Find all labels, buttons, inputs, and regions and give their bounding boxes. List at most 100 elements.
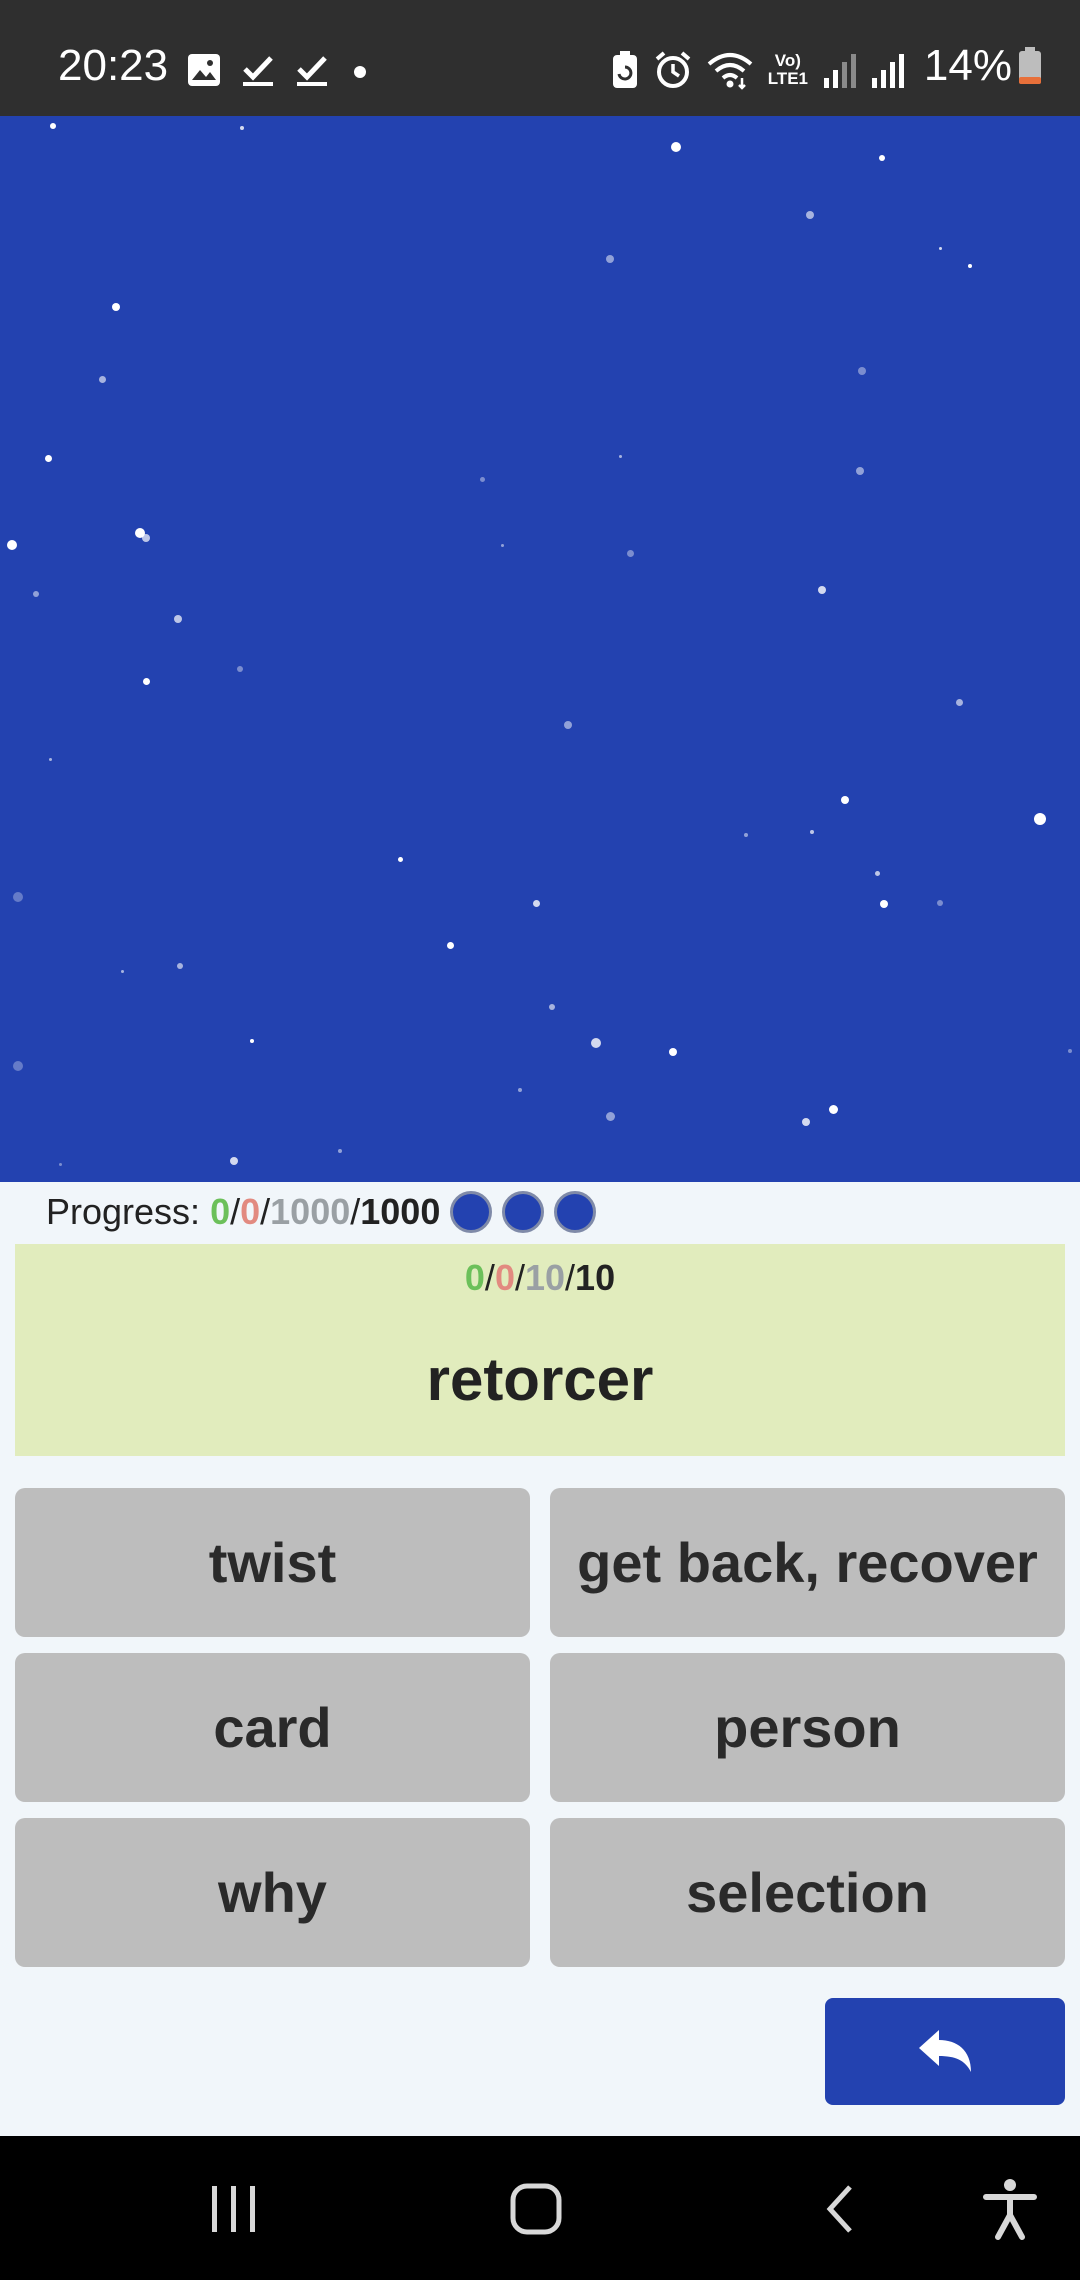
star: [177, 963, 183, 969]
star: [240, 126, 244, 130]
star: [591, 1038, 601, 1048]
star: [564, 721, 572, 729]
accessibility-icon: [983, 2179, 1037, 2240]
volte-icon: Vo) LTE1: [768, 52, 808, 88]
star: [518, 1088, 522, 1092]
star: [744, 833, 748, 837]
back-button[interactable]: [805, 2174, 875, 2244]
star: [858, 367, 866, 375]
home-icon: [510, 2183, 562, 2235]
star: [142, 677, 150, 685]
status-time: 20:23: [58, 41, 169, 90]
signal-icon: [872, 54, 904, 88]
star: [1034, 813, 1046, 825]
separator: /: [514, 1257, 525, 1298]
star: [879, 155, 885, 161]
star: [856, 467, 864, 475]
progress-remaining-count: 1000: [270, 1191, 351, 1232]
answer-button[interactable]: selection: [550, 1818, 1065, 1967]
star: [338, 1149, 342, 1153]
star: [13, 1061, 23, 1071]
star: [48, 757, 52, 761]
battery-icon: [1019, 47, 1041, 84]
star: [938, 246, 942, 250]
star: [13, 892, 23, 902]
star: [828, 1104, 838, 1114]
status-icons-left: [186, 48, 372, 92]
star: [479, 476, 485, 482]
alarm-icon: [655, 51, 690, 88]
card-wrong-count: 0: [494, 1257, 515, 1298]
life-indicator: [554, 1191, 597, 1233]
star: [955, 698, 963, 706]
star: [250, 1039, 254, 1043]
star: [532, 899, 540, 907]
home-button[interactable]: [501, 2174, 571, 2244]
star: [810, 830, 814, 834]
back-icon: [826, 2185, 852, 2233]
star: [500, 543, 504, 547]
gallery-icon: [188, 54, 220, 86]
status-bar: 20:23 Vo) LTE1 14%: [0, 0, 1080, 116]
star: [50, 123, 56, 129]
accessibility-button[interactable]: [975, 2174, 1045, 2244]
star: [669, 1048, 677, 1056]
progress-correct-count: 0: [210, 1191, 231, 1232]
progress-wrong-count: 0: [240, 1191, 261, 1232]
card-total-count: 10: [575, 1257, 616, 1298]
battery-indicator: 14%: [924, 40, 1042, 92]
star: [806, 211, 814, 219]
star: [112, 303, 120, 311]
star: [818, 586, 826, 594]
life-indicator: [502, 1191, 545, 1233]
star: [605, 1111, 615, 1121]
star: [142, 534, 150, 542]
status-icons-right: Vo) LTE1: [610, 48, 904, 92]
card-remaining-count: 10: [524, 1257, 566, 1298]
star: [33, 591, 39, 597]
answer-button[interactable]: twist: [15, 1488, 530, 1637]
star: [1068, 1049, 1072, 1053]
separator: /: [230, 1191, 241, 1232]
dot-icon: [354, 66, 366, 78]
star: [98, 375, 106, 383]
star: [802, 1118, 810, 1126]
signal-icon: [824, 54, 856, 88]
starfield-animation: [0, 116, 1080, 1182]
star: [841, 796, 849, 804]
separator: /: [565, 1257, 576, 1298]
separator: /: [484, 1257, 495, 1298]
navigation-bar: [0, 2136, 1080, 2280]
answer-button[interactable]: card: [15, 1653, 530, 1802]
star: [549, 1004, 555, 1010]
star: [58, 1162, 62, 1166]
star: [626, 549, 634, 557]
progress-total-count: 1000: [360, 1191, 441, 1232]
answer-button[interactable]: get back, recover: [550, 1488, 1065, 1637]
star: [880, 900, 888, 908]
card-correct-count: 0: [464, 1257, 485, 1298]
star: [7, 540, 17, 550]
volte-label-top: Vo): [774, 51, 801, 70]
undo-arrow-icon: [919, 2029, 971, 2072]
progress-label: Progress:: [46, 1191, 201, 1232]
star: [606, 255, 614, 263]
star: [968, 264, 972, 268]
overall-progress: Progress: 0 / 0 / 1000 / 1000: [46, 1186, 597, 1238]
life-indicator: [450, 1191, 493, 1233]
battery-percent: 14%: [923, 41, 1012, 90]
undo-button[interactable]: [825, 1998, 1065, 2105]
wifi-icon: [707, 53, 752, 90]
answer-grid: twist get back, recover card person why …: [15, 1488, 1065, 1967]
star: [671, 142, 681, 152]
card-progress: 0/0/10/10: [15, 1254, 1065, 1302]
recent-apps-icon: [212, 2186, 255, 2232]
separator: /: [260, 1191, 271, 1232]
recent-apps-button[interactable]: [199, 2174, 269, 2244]
volte-label-bottom: LTE1: [767, 69, 808, 88]
answer-button[interactable]: why: [15, 1818, 530, 1967]
star: [120, 969, 124, 973]
star: [230, 1157, 238, 1165]
star: [174, 615, 182, 623]
answer-button[interactable]: person: [550, 1653, 1065, 1802]
